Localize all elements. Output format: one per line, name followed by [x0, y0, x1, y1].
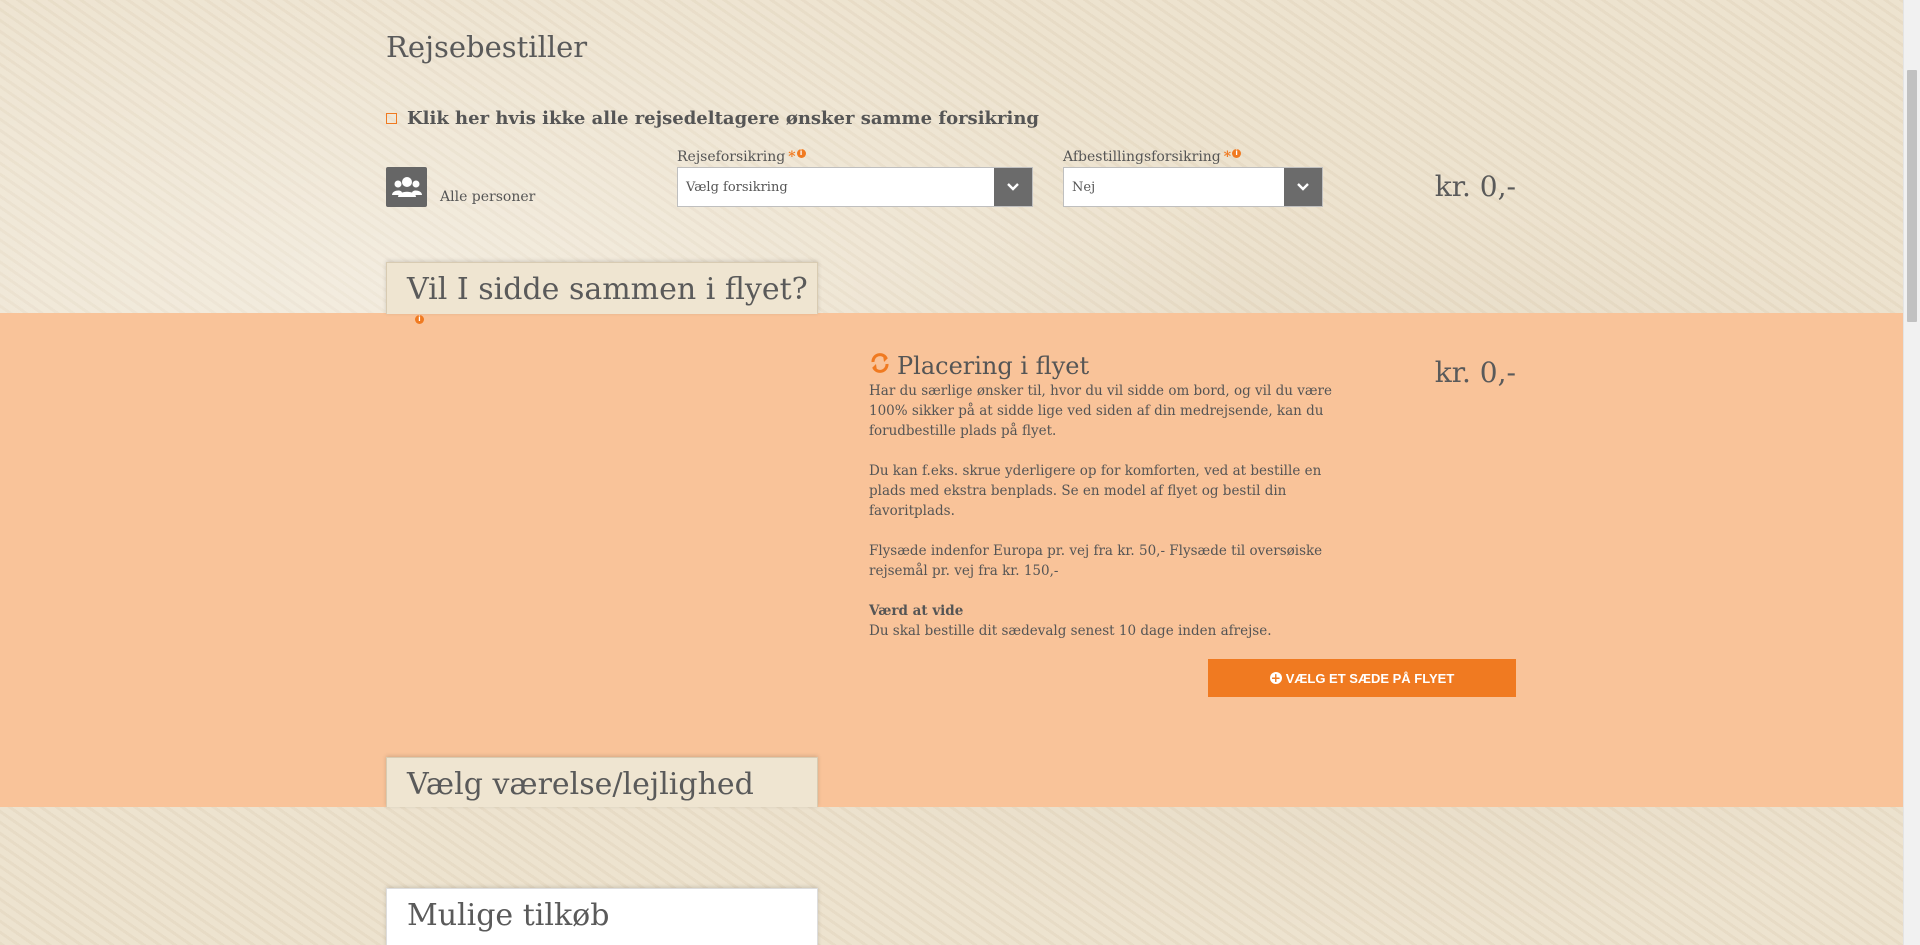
plus-circle-icon: + [1269, 671, 1282, 685]
choose-seat-button[interactable]: + VÆLG ET SÆDE PÅ FLYET [1208, 659, 1516, 697]
good-to-know-title: Værd at vide [869, 603, 964, 619]
tab-room-title: Vælg værelse/lejlighed [407, 767, 754, 802]
choose-seat-label: VÆLG ET SÆDE PÅ FLYET [1285, 670, 1455, 686]
seat-placement-heading: Placering i flyet [869, 352, 1089, 380]
cancellation-insurance-label: Afbestillingsforsikring * i [1063, 149, 1242, 165]
info-icon[interactable]: i [1232, 149, 1242, 158]
tab-extras-title: Mulige tilkøb [407, 898, 610, 933]
tab-extras[interactable]: Mulige tilkøb [386, 888, 818, 945]
tab-room[interactable]: Vælg værelse/lejlighed [386, 757, 818, 807]
travel-insurance-label: Rejseforsikring * i [677, 149, 806, 165]
chevron-down-icon[interactable] [994, 168, 1032, 206]
good-to-know-text: Du skal bestille dit sædevalg senest 10 … [869, 623, 1272, 639]
page-title: Rejsebestiller [386, 30, 588, 64]
travel-insurance-label-text: Rejseforsikring [677, 149, 786, 165]
seat-price: kr. 0,- [1434, 356, 1516, 389]
info-icon[interactable]: i [415, 315, 424, 324]
tab-sit-together: Vil I sidde sammen i flyet? i [386, 262, 818, 324]
info-icon[interactable]: i [796, 149, 806, 158]
same-insurance-checkbox[interactable] [386, 113, 397, 124]
persons-label: Alle personer [440, 189, 536, 205]
same-insurance-label[interactable]: Klik her hvis ikke alle rejsedeltagere ø… [407, 108, 1039, 129]
travel-insurance-value: Vælg forsikring [686, 179, 788, 195]
seat-paragraph-1: Har du særlige ønsker til, hvor du vil s… [869, 383, 1332, 439]
seat-description: Har du særlige ønsker til, hvor du vil s… [869, 381, 1349, 641]
seat-paragraph-2: Du kan f.eks. skrue yderligere op for ko… [869, 463, 1322, 519]
same-insurance-option[interactable]: Klik her hvis ikke alle rejsedeltagere ø… [386, 108, 1039, 129]
seat-paragraph-3: Flysæde indenfor Europa pr. vej fra kr. … [869, 543, 1323, 579]
tab-sit-together-title: Vil I sidde sammen i flyet? [407, 272, 808, 307]
seat-placement-title: Placering i flyet [897, 352, 1090, 380]
page: Rejsebestiller Klik her hvis ikke alle r… [0, 0, 1904, 945]
scrollbar-thumb[interactable] [1907, 70, 1917, 322]
sync-icon [869, 352, 891, 380]
insurance-price: kr. 0,- [1434, 170, 1516, 203]
required-mark: * [1223, 149, 1232, 165]
required-mark: * [788, 149, 796, 165]
travel-insurance-select[interactable]: Vælg forsikring [677, 167, 1033, 207]
users-icon [386, 167, 427, 207]
cancellation-insurance-label-text: Afbestillingsforsikring [1063, 149, 1221, 165]
chevron-down-icon[interactable] [1284, 168, 1322, 206]
cancellation-insurance-select[interactable]: Nej [1063, 167, 1323, 207]
scrollbar[interactable] [1903, 0, 1920, 945]
cancellation-insurance-value: Nej [1072, 179, 1096, 195]
